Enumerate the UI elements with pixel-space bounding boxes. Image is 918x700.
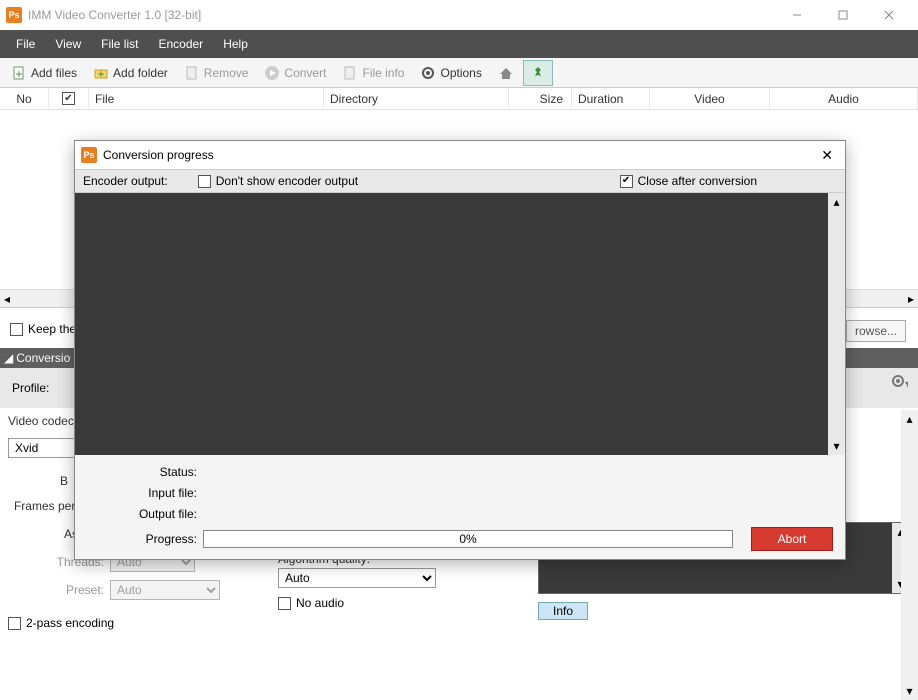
dialog-title: Conversion progress [103,148,214,162]
algo-select[interactable]: Auto [278,568,436,588]
close-after-checkbox[interactable]: ✔ [620,175,633,188]
svg-text:+: + [98,67,105,81]
pin-button[interactable] [523,60,553,86]
preset-label: Preset: [8,583,104,597]
svg-text:▾: ▾ [905,377,908,391]
close-button[interactable] [866,0,912,30]
window-title: IMM Video Converter 1.0 [32-bit] [28,8,774,22]
col-check[interactable]: ✔ [49,88,89,109]
progress-label: Progress: [87,532,203,546]
file-info-button[interactable]: File info [335,60,411,86]
menu-view[interactable]: View [45,30,91,58]
dialog-close-button[interactable]: ✕ [815,147,839,164]
profile-label: Profile: [12,381,49,395]
add-folder-icon: + [93,65,109,81]
dont-show-label: Don't show encoder output [216,174,358,188]
progress-value: 0% [459,532,476,546]
menu-help[interactable]: Help [213,30,258,58]
options-button[interactable]: Options [413,60,488,86]
menu-bar: File View File list Encoder Help [0,30,918,58]
abort-button[interactable]: Abort [751,527,833,551]
two-pass-checkbox[interactable] [8,617,21,630]
add-folder-button[interactable]: +Add folder [86,60,175,86]
maximize-button[interactable] [820,0,866,30]
pin-icon [530,65,546,81]
title-bar: Ps IMM Video Converter 1.0 [32-bit] [0,0,918,30]
settings-gear-icon[interactable]: ▾ [890,373,908,391]
dialog-icon: Ps [81,147,97,163]
scroll-left-icon[interactable]: ◂ [4,292,10,306]
conversion-progress-dialog: Ps Conversion progress ✕ Encoder output:… [74,140,846,560]
input-file-label: Input file: [87,486,203,500]
file-info-icon [342,65,358,81]
output-file-label: Output file: [87,507,203,521]
dialog-options-bar: Encoder output: Don't show encoder outpu… [75,169,845,193]
col-file[interactable]: File [89,88,324,109]
convert-button[interactable]: Convert [257,60,333,86]
vertical-scrollbar[interactable]: ▴▾ [901,410,918,700]
minimize-button[interactable] [774,0,820,30]
toolbar: +Add files +Add folder Remove Convert Fi… [0,58,918,88]
keep-label: Keep the [28,322,76,336]
app-icon: Ps [6,7,22,23]
home-icon [498,65,514,81]
menu-filelist[interactable]: File list [91,30,148,58]
status-label: Status: [87,465,203,479]
col-size[interactable]: Size [509,88,572,109]
col-video[interactable]: Video [650,88,770,109]
table-header: No ✔ File Directory Size Duration Video … [0,88,918,110]
output-scrollbar[interactable]: ▴▾ [828,193,845,455]
col-no[interactable]: No [0,88,49,109]
convert-icon [264,65,280,81]
close-after-label: Close after conversion [638,174,757,188]
encoder-output-label: Encoder output: [83,174,168,188]
header-checkbox[interactable]: ✔ [62,92,75,105]
add-file-icon: + [11,65,27,81]
menu-encoder[interactable]: Encoder [148,30,213,58]
encoder-output-area[interactable]: ▴▾ [75,193,845,455]
dont-show-checkbox[interactable] [198,175,211,188]
no-audio-label: No audio [296,596,344,610]
remove-icon [184,65,200,81]
browse-button[interactable]: rowse... [846,320,906,342]
dialog-status-area: Status: Input file: Output file: Progres… [75,455,845,559]
info-button[interactable]: Info [538,602,588,620]
remove-button[interactable]: Remove [177,60,256,86]
preset-select: Auto [110,580,220,600]
scroll-right-icon[interactable]: ▸ [908,292,914,306]
bitrate-label-stub: B [8,474,68,488]
dialog-title-bar: Ps Conversion progress ✕ [75,141,845,169]
col-duration[interactable]: Duration [572,88,650,109]
home-button[interactable] [491,60,521,86]
svg-text:+: + [15,67,22,81]
keep-checkbox[interactable] [10,323,23,336]
progress-bar: 0% [203,530,733,548]
no-audio-checkbox[interactable] [278,597,291,610]
collapse-icon: ◢ [4,351,13,365]
two-pass-label: 2-pass encoding [26,616,114,630]
gear-icon [420,65,436,81]
add-files-button[interactable]: +Add files [4,60,84,86]
menu-file[interactable]: File [6,30,45,58]
col-directory[interactable]: Directory [324,88,509,109]
col-audio[interactable]: Audio [770,88,918,109]
